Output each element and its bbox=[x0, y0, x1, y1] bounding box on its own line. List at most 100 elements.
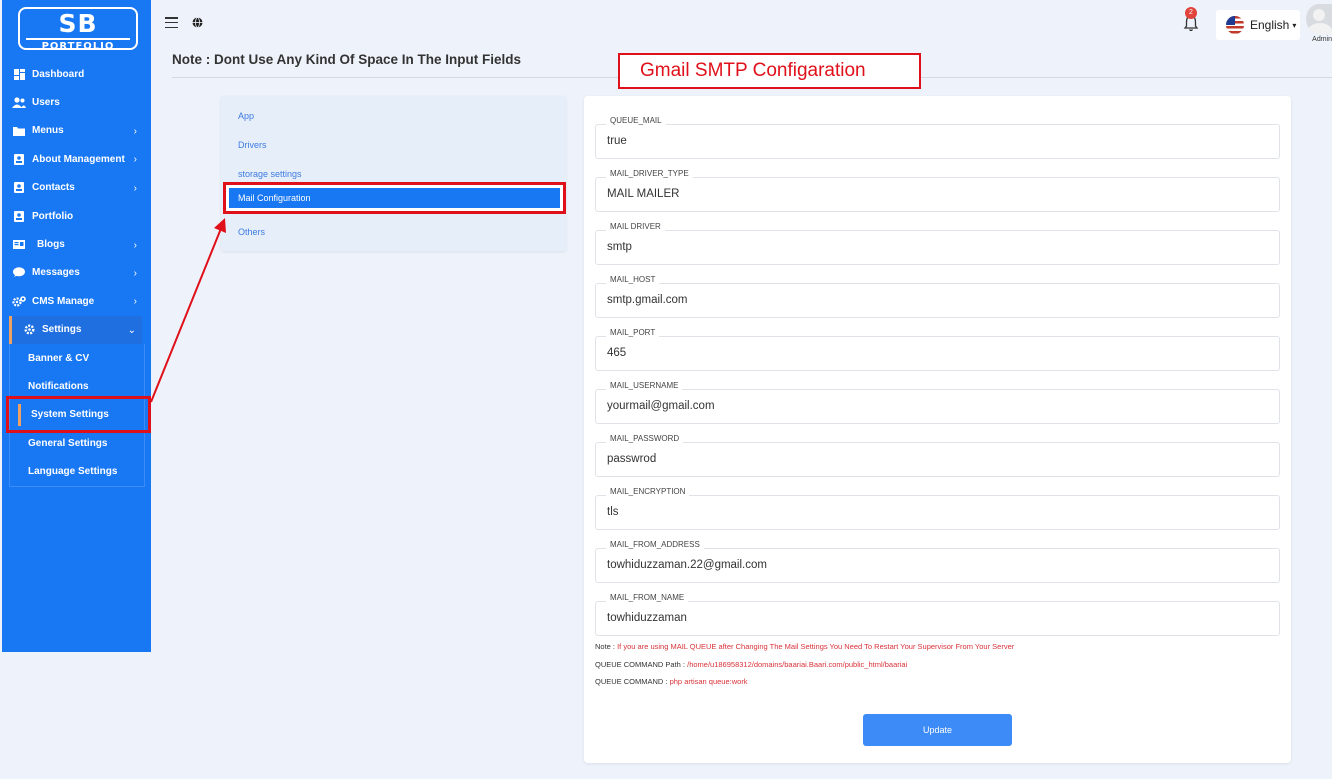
sidebar-item-dashboard[interactable]: Dashboard bbox=[2, 60, 151, 88]
note-text: If you are using MAIL QUEUE after Changi… bbox=[617, 642, 1015, 651]
field-label: QUEUE_MAIL bbox=[606, 116, 666, 125]
sidebar-item-label: Menus bbox=[32, 125, 64, 137]
field-label: MAIL_USERNAME bbox=[606, 381, 683, 390]
contact-icon bbox=[12, 182, 26, 194]
chevron-right-icon: › bbox=[133, 296, 137, 308]
submenu-item-banner-cv[interactable]: Banner & CV bbox=[10, 344, 144, 372]
sidebar-item-label: Users bbox=[32, 97, 60, 109]
queue-mail-field[interactable]: QUEUE_MAIL true bbox=[595, 116, 1280, 159]
mail-driver-field[interactable]: MAIL DRIVER smtp bbox=[595, 222, 1280, 265]
submenu-item-general-settings[interactable]: General Settings bbox=[10, 429, 144, 457]
command-text: php artisan queue:work bbox=[669, 677, 748, 687]
settings-nav-drivers[interactable]: Drivers bbox=[238, 140, 267, 150]
sidebar-item-messages[interactable]: Messages › bbox=[2, 259, 151, 287]
caret-down-icon: ▾ bbox=[1292, 20, 1297, 30]
sidebar-item-portfolio[interactable]: Portfolio bbox=[2, 202, 151, 230]
chevron-right-icon: › bbox=[133, 267, 137, 279]
settings-nav-others[interactable]: Others bbox=[238, 227, 265, 237]
logo-subtext: PORTFOLIO bbox=[26, 38, 130, 52]
sidebar-item-about-management[interactable]: About Management › bbox=[2, 145, 151, 173]
cogs-icon bbox=[12, 295, 26, 307]
id-card-icon bbox=[12, 153, 26, 165]
sidebar-item-cms-manage[interactable]: CMS Manage › bbox=[2, 287, 151, 315]
chevron-right-icon: › bbox=[133, 239, 137, 251]
sidebar-item-label: Dashboard bbox=[32, 68, 85, 80]
avatar[interactable] bbox=[1306, 4, 1332, 34]
command-label: QUEUE COMMAND : bbox=[595, 677, 670, 687]
chevron-right-icon: › bbox=[133, 182, 137, 194]
language-label: English bbox=[1250, 18, 1290, 32]
blog-icon bbox=[12, 239, 26, 251]
update-button[interactable]: Update bbox=[863, 714, 1012, 746]
mail-from-name-field[interactable]: MAIL_FROM_NAME towhiduzzaman bbox=[595, 593, 1280, 636]
system-settings-highlight bbox=[6, 396, 151, 433]
settings-nav-label: Mail Configuration bbox=[229, 188, 560, 208]
annotation-callout: Gmail SMTP Configaration bbox=[618, 53, 921, 89]
chevron-right-icon: › bbox=[133, 154, 137, 166]
field-value: towhiduzzaman bbox=[607, 612, 687, 624]
settings-nav-storage[interactable]: storage settings bbox=[238, 169, 302, 179]
mail-username-field[interactable]: MAIL_USERNAME yourmail@gmail.com bbox=[595, 381, 1280, 424]
field-value: 465 bbox=[607, 347, 627, 359]
menu-folder-icon bbox=[12, 125, 26, 137]
mail-encryption-field[interactable]: MAIL_ENCRYPTION tls bbox=[595, 487, 1280, 530]
submenu-item-label: Banner & CV bbox=[28, 352, 90, 364]
field-value: towhiduzzaman.22@gmail.com bbox=[607, 559, 767, 571]
field-value: true bbox=[607, 135, 627, 147]
sidebar-item-users[interactable]: Users bbox=[2, 88, 151, 116]
field-label: MAIL_FROM_NAME bbox=[606, 593, 689, 602]
sidebar-item-contacts[interactable]: Contacts › bbox=[2, 174, 151, 202]
field-label: MAIL DRIVER bbox=[606, 222, 665, 231]
user-label: Admin bbox=[1312, 36, 1332, 43]
sidebar-item-blogs[interactable]: Blogs › bbox=[2, 230, 151, 258]
field-label: MAIL_HOST bbox=[606, 275, 660, 284]
notification-badge: 2 bbox=[1185, 7, 1197, 19]
path-text: /home/u186958312/domains/baariai.Baari.c… bbox=[687, 659, 908, 669]
queue-path-line: QUEUE COMMAND Path : /home/u186958312/do… bbox=[595, 660, 1014, 678]
queue-note-line: Note : If you are using MAIL QUEUE after… bbox=[595, 642, 1014, 660]
chevron-right-icon: › bbox=[133, 126, 137, 138]
submenu-item-label: Language Settings bbox=[28, 466, 118, 478]
settings-nav-app[interactable]: App bbox=[238, 111, 254, 121]
field-value: passwrod bbox=[607, 453, 657, 465]
mail-host-field[interactable]: MAIL_HOST smtp.gmail.com bbox=[595, 275, 1280, 318]
logo-text: SB bbox=[58, 9, 98, 38]
field-value: smtp.gmail.com bbox=[607, 294, 688, 306]
field-label: MAIL_PORT bbox=[606, 328, 660, 337]
submenu-item-label: Notifications bbox=[28, 380, 89, 392]
sidebar: SB PORTFOLIO Dashboard Users Menus › Abo… bbox=[2, 0, 151, 652]
queue-notes: Note : If you are using MAIL QUEUE after… bbox=[595, 642, 1014, 695]
settings-nav: App Drivers storage settings Mail Config… bbox=[221, 96, 566, 251]
top-header: 2 English ▾ Admin bbox=[151, 0, 1332, 50]
field-label: MAIL_ENCRYPTION bbox=[606, 487, 690, 496]
note-label: Note : bbox=[595, 642, 618, 651]
submenu-item-language-settings[interactable]: Language Settings bbox=[10, 457, 144, 485]
hamburger-menu-icon[interactable] bbox=[165, 17, 178, 29]
sidebar-item-label: Settings bbox=[42, 324, 82, 336]
field-value: smtp bbox=[607, 241, 632, 253]
portfolio-icon bbox=[12, 210, 26, 222]
us-flag-icon bbox=[1226, 16, 1244, 34]
settings-nav-mail-configuration[interactable]: Mail Configuration bbox=[223, 182, 566, 214]
mail-driver-type-field[interactable]: MAIL_DRIVER_TYPE MAIL MAILER bbox=[595, 169, 1280, 212]
chat-icon bbox=[12, 267, 26, 279]
grid-icon bbox=[12, 68, 26, 80]
language-selector[interactable]: English ▾ bbox=[1216, 10, 1300, 40]
sidebar-item-label: About Management bbox=[32, 153, 125, 165]
mail-config-form: QUEUE_MAIL true MAIL_DRIVER_TYPE MAIL MA… bbox=[584, 96, 1291, 763]
sidebar-item-label: CMS Manage bbox=[32, 295, 95, 307]
mail-port-field[interactable]: MAIL_PORT 465 bbox=[595, 328, 1280, 371]
field-label: MAIL_PASSWORD bbox=[606, 434, 684, 443]
logo[interactable]: SB PORTFOLIO bbox=[18, 7, 138, 52]
globe-icon[interactable] bbox=[192, 17, 203, 28]
sidebar-item-label: Contacts bbox=[32, 182, 75, 194]
submenu-item-label: General Settings bbox=[28, 437, 108, 449]
sidebar-item-settings[interactable]: Settings ⌄ bbox=[9, 315, 142, 344]
chevron-down-icon: ⌄ bbox=[127, 324, 136, 336]
field-value: yourmail@gmail.com bbox=[607, 400, 715, 412]
field-value: tls bbox=[607, 506, 619, 518]
page-note: Note : Dont Use Any Kind Of Space In The… bbox=[172, 52, 522, 67]
sidebar-item-menus[interactable]: Menus › bbox=[2, 117, 151, 145]
mail-from-address-field[interactable]: MAIL_FROM_ADDRESS towhiduzzaman.22@gmail… bbox=[595, 540, 1280, 583]
mail-password-field[interactable]: MAIL_PASSWORD passwrod bbox=[595, 434, 1280, 477]
